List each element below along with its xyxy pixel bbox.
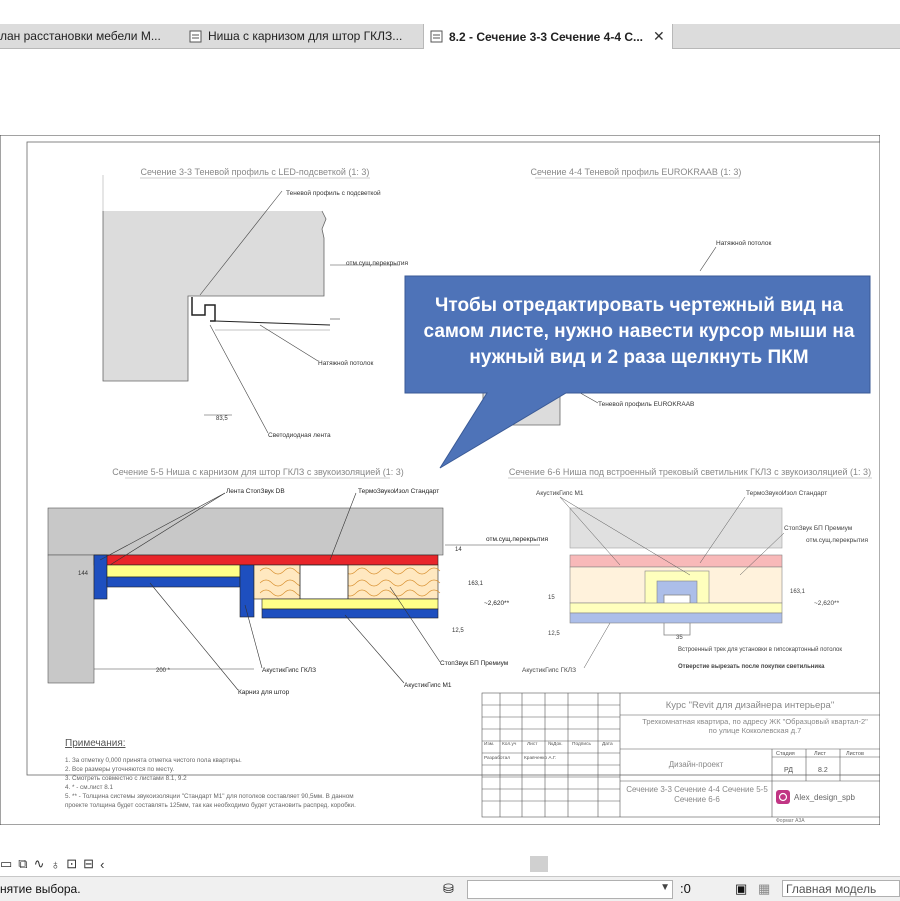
editable-only-icon[interactable]: ▣ bbox=[735, 881, 747, 897]
view1-title: Сечение 3-3 Теневой профиль с LED-подсве… bbox=[141, 167, 370, 177]
drawing-canvas[interactable]: Сечение 3-3 Теневой профиль с LED-подсве… bbox=[0, 49, 900, 849]
svg-text:Лента СтопЗвук DB: Лента СтопЗвук DB bbox=[226, 488, 285, 495]
svg-text:отм.сущ.перекрытия: отм.сущ.перекрытия bbox=[346, 260, 408, 267]
svg-text:163,1: 163,1 bbox=[468, 581, 484, 587]
svg-text:Отверстие вырезать после покуп: Отверстие вырезать после покупки светиль… bbox=[678, 664, 825, 670]
tab-label: 8.2 - Сечение 3-3 Сечение 4-4 С... bbox=[449, 29, 643, 44]
svg-text:Светодиодная лента: Светодиодная лента bbox=[268, 432, 331, 439]
svg-text:Карниз для штор: Карниз для штор bbox=[238, 689, 290, 696]
svg-text:проекте толщина будет составля: проекте толщина будет составлять 125мм, … bbox=[65, 801, 356, 809]
svg-text:РД: РД bbox=[784, 767, 793, 774]
svg-text:3. Смотреть совместно с лист: 3. Смотреть совместно с листами 8.1, 9.2 bbox=[65, 775, 187, 782]
svg-text:Листов: Листов bbox=[846, 751, 864, 757]
active-model-field[interactable]: Главная модель bbox=[782, 880, 900, 897]
callout-text: Чтобы отредактировать чертежный вид на с… bbox=[423, 295, 855, 368]
status-bar: нятие выбора. ⛁ ▼ :0 ▣ ▦ Главная модель bbox=[0, 876, 900, 901]
sheet-drawing: Сечение 3-3 Теневой профиль с LED-подсве… bbox=[0, 135, 880, 825]
document-tab-bar: лан расстановки мебели М... Ниша с карни… bbox=[0, 24, 900, 49]
sheet-view-icon[interactable]: ▭ bbox=[0, 856, 12, 872]
view4-title: Сечение 6-6 Ниша под встроенный трековый… bbox=[509, 467, 871, 477]
svg-text:Подпись: Подпись bbox=[572, 741, 591, 747]
svg-text:35: 35 bbox=[676, 635, 683, 641]
filter-count[interactable]: :0 bbox=[680, 881, 691, 896]
tab-furniture-plan[interactable]: лан расстановки мебели М... bbox=[0, 24, 180, 48]
view-control-bar: ▭ ⧉ ∿ ♁ ⊡ ⊟ ‹ bbox=[0, 855, 110, 873]
svg-text:~2,620**: ~2,620** bbox=[484, 600, 510, 607]
svg-text:Стадия: Стадия bbox=[776, 751, 795, 757]
horizontal-scrollbar[interactable] bbox=[530, 856, 548, 872]
view3-title: Сечение 5-5 Ниша с карнизом для штор ГКЛ… bbox=[112, 467, 404, 477]
svg-text:2. Все размеры уточняются по: 2. Все размеры уточняются по месту. bbox=[65, 766, 174, 773]
light-bulb-icon[interactable]: ♁ bbox=[51, 857, 61, 872]
view4-section bbox=[569, 507, 783, 636]
visual-style-icon[interactable]: ⧉ bbox=[18, 856, 27, 872]
svg-text:Встроенный трек для установки: Встроенный трек для установки в гипсокар… bbox=[678, 646, 842, 653]
svg-text:Alex_design_spb: Alex_design_spb bbox=[794, 793, 855, 802]
svg-text:15: 15 bbox=[548, 595, 555, 601]
svg-text:Дата: Дата bbox=[602, 741, 613, 747]
svg-text:14: 14 bbox=[455, 547, 462, 553]
sheet-icon bbox=[189, 30, 202, 42]
svg-text:отм.сущ.перекрытия: отм.сущ.перекрытия bbox=[806, 537, 868, 544]
svg-text:Дизайн-проект: Дизайн-проект bbox=[669, 760, 724, 769]
svg-text:Лист: Лист bbox=[814, 751, 826, 757]
hide-elements-icon[interactable]: ⊟ bbox=[83, 856, 94, 872]
svg-text:№Док.: №Док. bbox=[548, 741, 563, 747]
svg-text:Натяжной потолок: Натяжной потолок bbox=[716, 239, 772, 247]
svg-text:83,5: 83,5 bbox=[216, 416, 228, 422]
worksets-icon[interactable]: ⛁ bbox=[443, 881, 454, 897]
design-options-icon[interactable]: ▦ bbox=[758, 881, 770, 897]
svg-text:~2,620**: ~2,620** bbox=[814, 600, 840, 607]
svg-text:12,5: 12,5 bbox=[548, 631, 560, 637]
tab-label: лан расстановки мебели М... bbox=[0, 29, 161, 43]
top-blank bbox=[0, 0, 900, 24]
sheet-icon bbox=[430, 30, 443, 43]
svg-text:ТермоЗвукоИзол Стандарт: ТермоЗвукоИзол Стандарт bbox=[358, 488, 439, 495]
sun-path-icon[interactable]: ∿ bbox=[34, 856, 45, 872]
svg-text:СтопЗвук БП Премиум: СтопЗвук БП Премиум bbox=[440, 660, 509, 667]
svg-text:Курс "Revit для дизайнера инте: Курс "Revit для дизайнера интерьера" bbox=[666, 700, 834, 711]
svg-text:8.2: 8.2 bbox=[818, 767, 828, 774]
view2-title: Сечение 4-4 Теневой профиль EUROKRAAB (1… bbox=[531, 167, 742, 177]
chevron-down-icon: ▼ bbox=[660, 882, 670, 893]
status-message: нятие выбора. bbox=[0, 882, 81, 896]
svg-text:Формат А3А: Формат А3А bbox=[776, 818, 805, 824]
svg-text:144: 144 bbox=[78, 571, 89, 577]
svg-text:163,1: 163,1 bbox=[790, 589, 806, 595]
svg-text:12,5: 12,5 bbox=[452, 628, 464, 634]
svg-text:Теневой профиль EUROKRAAB: Теневой профиль EUROKRAAB bbox=[598, 400, 694, 408]
crop-icon[interactable]: ⊡ bbox=[66, 856, 77, 872]
svg-text:Натяжной потолок: Натяжной потолок bbox=[318, 359, 374, 367]
svg-text:Лист: Лист bbox=[527, 741, 538, 747]
svg-text:Теневой профиль с подсветкой: Теневой профиль с подсветкой bbox=[286, 189, 381, 197]
chevron-left-icon[interactable]: ‹ bbox=[100, 857, 104, 872]
svg-text:АкустикГипс М1: АкустикГипс М1 bbox=[536, 490, 584, 497]
svg-text:Изм.: Изм. bbox=[484, 741, 494, 747]
svg-text:5. ** - Толщина системы звук: 5. ** - Толщина системы звукоизоляции "С… bbox=[65, 793, 354, 800]
svg-text:Разработал: Разработал bbox=[484, 755, 510, 761]
svg-text:АкустикГипс ГКЛЗ: АкустикГипс ГКЛЗ bbox=[262, 667, 316, 674]
svg-text:Кол.уч: Кол.уч bbox=[502, 741, 517, 747]
svg-text:1. За отметку 0,000 принята: 1. За отметку 0,000 принята отметка чист… bbox=[65, 757, 242, 764]
svg-text:отм.сущ.перекрытия: отм.сущ.перекрытия bbox=[486, 536, 548, 543]
tab-niche-cornice[interactable]: Ниша с карнизом для штор ГКЛЗ... bbox=[183, 24, 421, 48]
svg-text:АкустикГипс М1: АкустикГипс М1 bbox=[404, 682, 452, 689]
svg-text:СтопЗвук БП Премиум: СтопЗвук БП Премиум bbox=[784, 525, 853, 532]
svg-text:ТермоЗвукоИзол Стандарт: ТермоЗвукоИзол Стандарт bbox=[746, 490, 827, 497]
notes-title: Примечания: bbox=[65, 738, 126, 749]
svg-text:Кравченко А.Г.: Кравченко А.Г. bbox=[524, 755, 556, 761]
svg-text:4. * - см.лист 8.1: 4. * - см.лист 8.1 bbox=[65, 784, 113, 791]
workset-dropdown[interactable]: ▼ bbox=[467, 880, 673, 899]
tab-sheet-8-2[interactable]: 8.2 - Сечение 3-3 Сечение 4-4 С... ✕ bbox=[423, 24, 673, 49]
close-icon[interactable]: ✕ bbox=[653, 28, 665, 45]
instagram-icon bbox=[776, 790, 790, 804]
tab-label: Ниша с карнизом для штор ГКЛЗ... bbox=[208, 29, 403, 43]
svg-text:АкустикГипс ГКЛЗ: АкустикГипс ГКЛЗ bbox=[522, 667, 576, 674]
